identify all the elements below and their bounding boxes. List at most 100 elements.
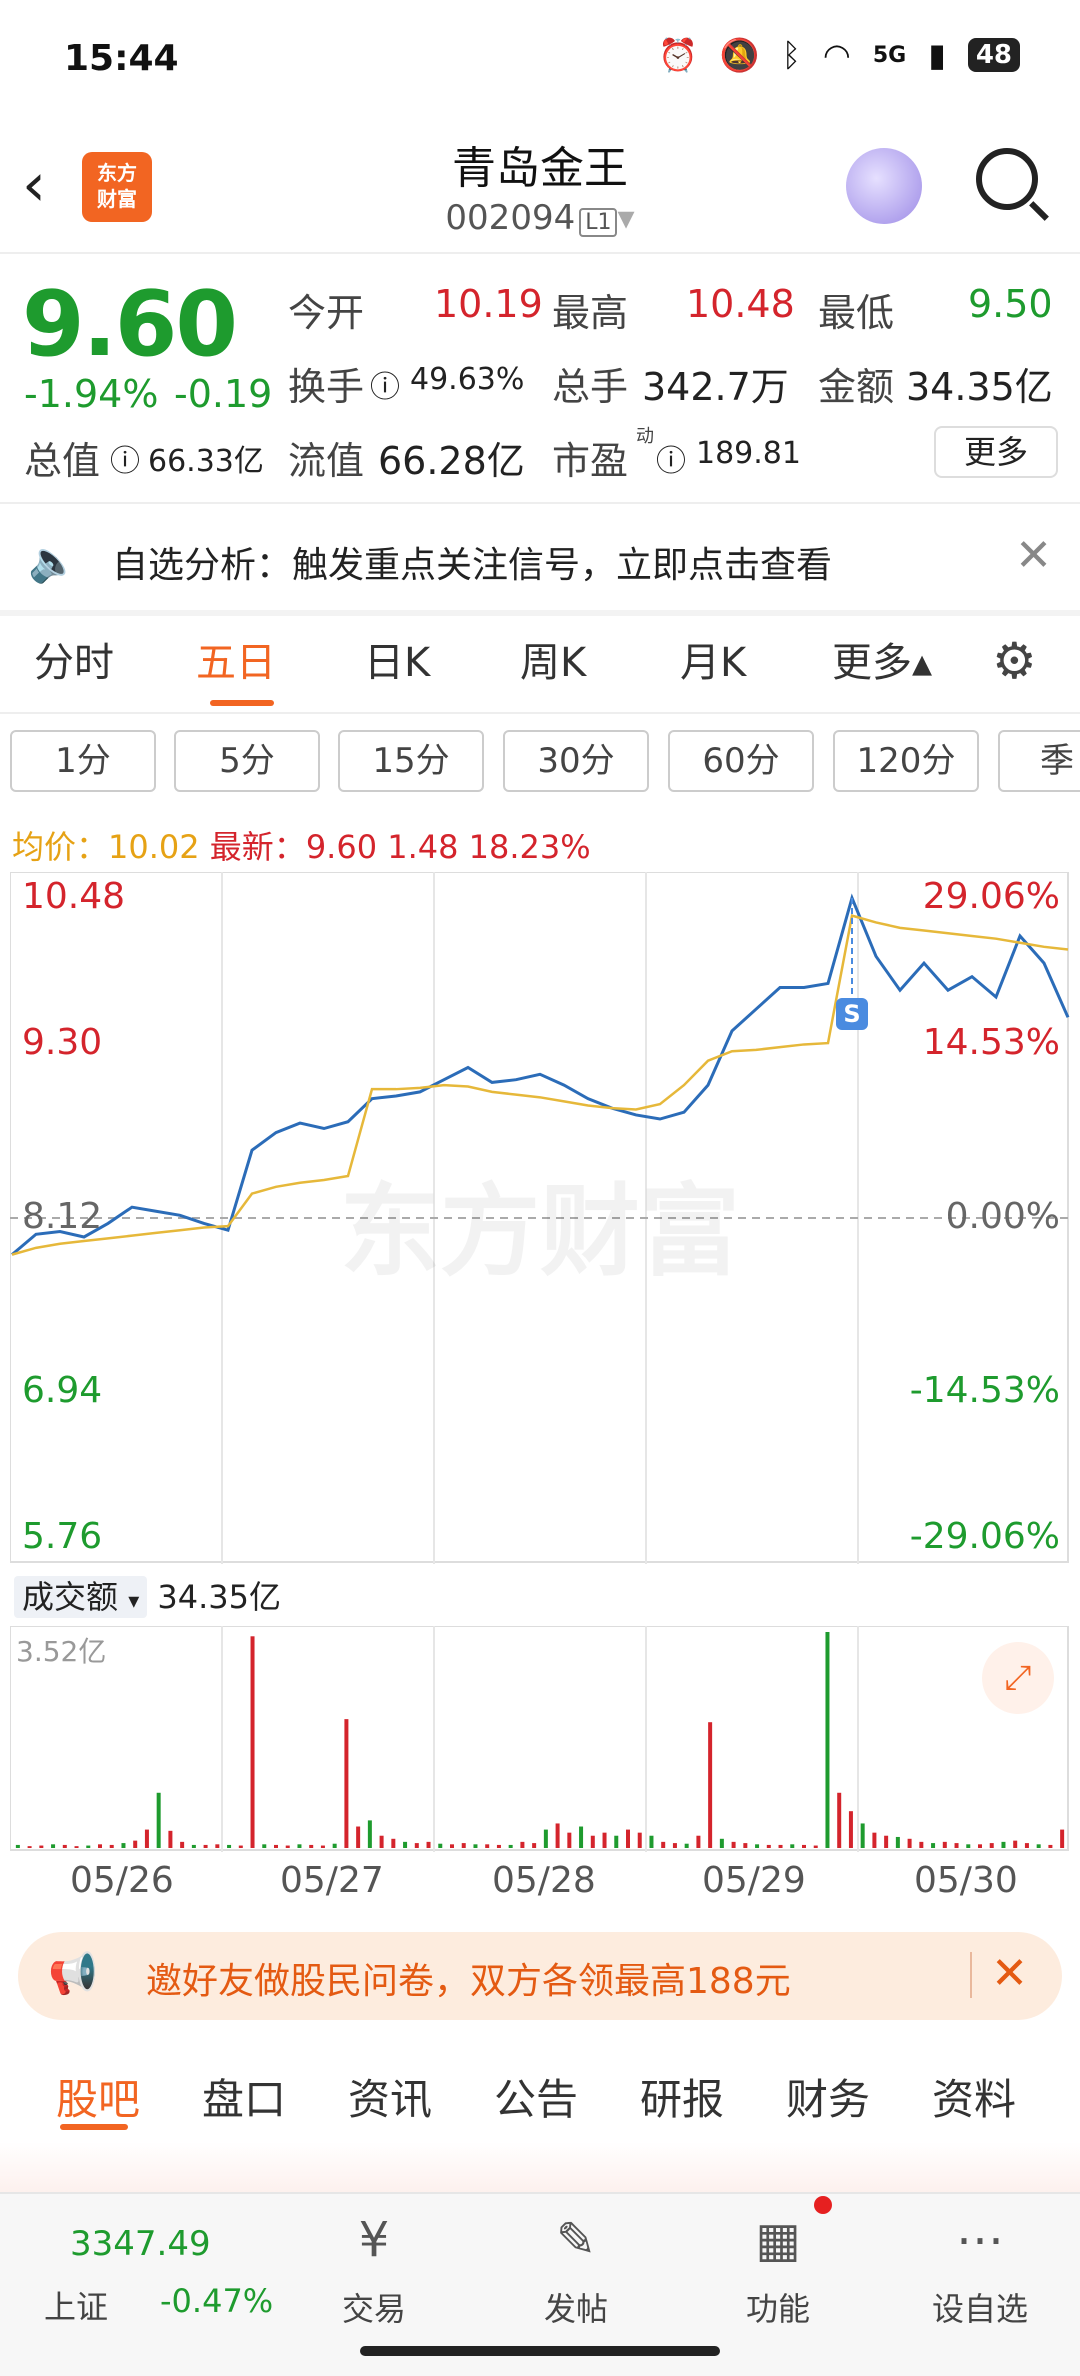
volume-bar <box>567 1832 572 1848</box>
period-5min[interactable]: 5分 <box>174 730 320 792</box>
tab-research[interactable]: 研报 <box>640 2066 724 2127</box>
stock-code-row[interactable]: 002094 L1 ▾ <box>0 198 1080 238</box>
volume-bar <box>485 1844 490 1848</box>
nav-add-watchlist[interactable]: ⋯ 设自选 <box>920 2212 1040 2330</box>
tab-profile[interactable]: 资料 <box>932 2066 1016 2127</box>
tick-left-4: 5.76 <box>22 1516 103 1557</box>
divider <box>0 502 1080 504</box>
volume-bar <box>813 1845 818 1848</box>
expand-icon[interactable]: ⤢ <box>982 1642 1054 1714</box>
period-quarter[interactable]: 季 <box>998 730 1080 792</box>
megaphone-icon: 📢 <box>48 1951 98 1997</box>
tab-announcements[interactable]: 公告 <box>494 2066 578 2127</box>
volume-bar <box>309 1844 314 1848</box>
tab-underline <box>210 700 274 706</box>
volume-bar <box>51 1844 56 1848</box>
tick-right-4: -29.06% <box>909 1516 1060 1557</box>
tab-weekly-k[interactable]: 周K <box>520 630 586 688</box>
wifi-icon: ◠ <box>822 36 851 74</box>
volume-bar <box>719 1838 724 1848</box>
volume-header: 成交额 ▾ 34.35亿 <box>14 1572 281 1618</box>
volume-value: 342.7万 <box>642 365 789 409</box>
last-value: 9.60 <box>305 828 378 866</box>
search-icon[interactable] <box>976 148 1038 210</box>
volume-bar <box>285 1845 290 1848</box>
analysis-alert[interactable]: 🔈 自选分析：触发重点关注信号，立即点击查看 ✕ <box>0 510 1080 610</box>
close-icon[interactable]: ✕ <box>1015 530 1052 581</box>
tab-five-day[interactable]: 五日 <box>196 630 276 688</box>
volume-bar <box>262 1844 267 1848</box>
home-indicator[interactable] <box>360 2346 720 2356</box>
period-15min[interactable]: 15分 <box>338 730 484 792</box>
gear-icon[interactable]: ⚙ <box>992 632 1037 690</box>
nav-functions[interactable]: ▦ 功能 <box>718 2212 838 2330</box>
volume-bar <box>954 1843 959 1848</box>
volume-bar <box>203 1844 208 1848</box>
volume-selector[interactable]: 成交额 ▾ <box>14 1576 148 1618</box>
period-30min[interactable]: 30分 <box>503 730 649 792</box>
stats-line: 均价：10.02 最新：9.60 1.48 18.23% <box>12 822 591 868</box>
tab-guba[interactable]: 股吧 <box>56 2066 140 2127</box>
nav-post[interactable]: ✎ 发帖 <box>516 2212 636 2330</box>
volume-bar <box>942 1841 947 1848</box>
tick-left-1: 9.30 <box>22 1022 103 1063</box>
promo-banner[interactable]: 📢 邀好友做股民问卷，双方各领最高188元 ✕ <box>18 1932 1062 2020</box>
tab-pankou[interactable]: 盘口 <box>202 2066 286 2127</box>
volume-bar <box>1048 1844 1053 1848</box>
info-icon[interactable]: ⓘ <box>110 436 140 480</box>
date-label: 05/26 <box>70 1860 174 1901</box>
nav-trade[interactable]: ¥ 交易 <box>314 2212 434 2330</box>
tab-intraday[interactable]: 分时 <box>34 630 114 688</box>
info-icon[interactable]: ⓘ <box>370 362 400 406</box>
info-icon[interactable]: ⓘ <box>656 436 686 480</box>
bluetooth-icon: ᛒ <box>781 36 801 74</box>
volume-bar <box>156 1792 161 1848</box>
volume-bar <box>356 1826 361 1848</box>
period-60min[interactable]: 60分 <box>668 730 814 792</box>
volume-bar <box>848 1811 853 1848</box>
trade-icon: ¥ <box>358 2212 390 2268</box>
volume-bar <box>461 1843 466 1848</box>
divider <box>0 712 1080 714</box>
tab-monthly-k[interactable]: 月K <box>680 630 746 688</box>
volume-bar <box>614 1835 619 1848</box>
stock-code: 002094 <box>445 198 576 238</box>
volume-bar <box>215 1844 220 1848</box>
volume-chart-svg <box>9 1625 1069 1852</box>
volume-bar <box>884 1835 889 1848</box>
period-1min[interactable]: 1分 <box>10 730 156 792</box>
tab-more[interactable]: 更多▴ <box>832 630 932 688</box>
period-120min[interactable]: 120分 <box>833 730 979 792</box>
volume-bar <box>250 1636 255 1848</box>
tab-finance[interactable]: 财务 <box>786 2066 870 2127</box>
speaker-icon: 🔈 <box>28 539 78 585</box>
turnover-value: 49.63% <box>410 362 525 397</box>
volume-bar <box>661 1841 666 1848</box>
tab-news[interactable]: 资讯 <box>348 2066 432 2127</box>
volume-bar <box>1013 1840 1018 1848</box>
tab-daily-k[interactable]: 日K <box>364 630 430 688</box>
volume-bar <box>672 1843 677 1848</box>
close-icon[interactable]: ✕ <box>991 1948 1028 1999</box>
volume-chart[interactable] <box>9 1625 1070 1852</box>
volume-bar <box>602 1832 607 1848</box>
more-button[interactable]: 更多 <box>934 426 1058 478</box>
mute-icon: 🔕 <box>719 36 760 74</box>
level-badge: L1 <box>579 208 618 237</box>
volume-bar <box>626 1829 630 1848</box>
volume-bar <box>931 1843 936 1848</box>
volume-bar <box>637 1832 642 1848</box>
post-icon: ✎ <box>555 2212 597 2268</box>
volume-bar <box>978 1844 982 1848</box>
index-value[interactable]: 3347.49 <box>70 2224 211 2264</box>
status-time: 15:44 <box>64 38 179 79</box>
float-cap-label: 流值 <box>288 439 365 483</box>
assistant-robot-icon[interactable] <box>846 148 922 224</box>
high-label: 最高 <box>552 291 629 335</box>
volume-bar <box>391 1838 396 1848</box>
open-value: 10.19 <box>434 282 543 326</box>
volume-bar <box>520 1841 525 1848</box>
last-label: 最新： <box>209 828 306 866</box>
network-label: 5G <box>872 42 907 68</box>
avg-label: 均价： <box>12 828 109 866</box>
